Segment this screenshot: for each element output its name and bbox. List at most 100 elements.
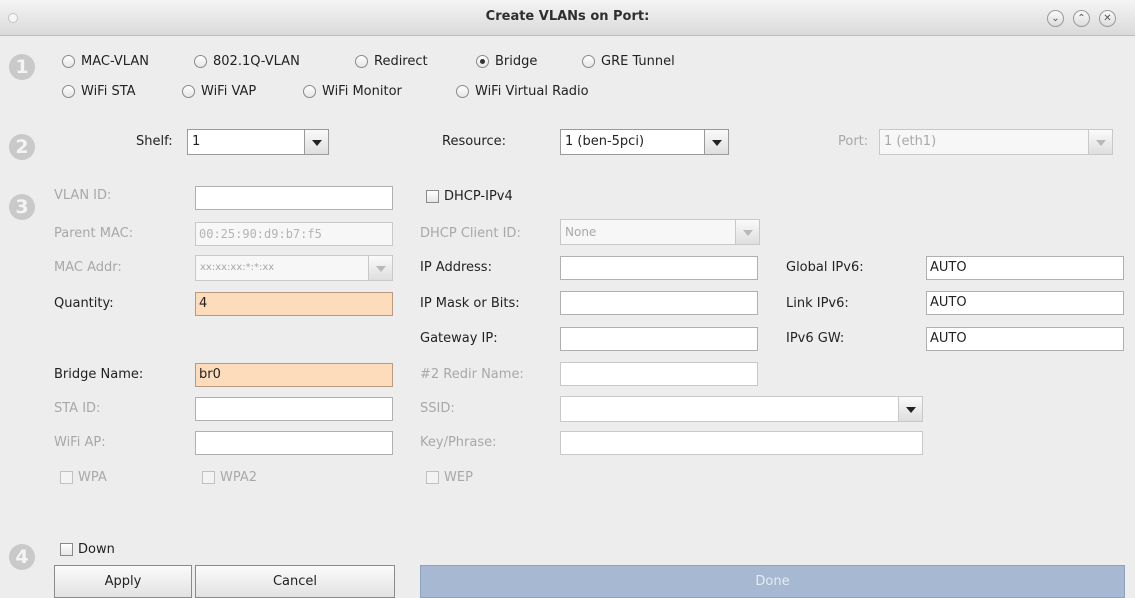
title-bar: Create VLANs on Port: ⌄ ⌃ ✕ — [0, 0, 1135, 36]
radio-button-icon — [456, 84, 469, 98]
down-checkbox[interactable]: Down — [60, 540, 115, 558]
wpa-checkbox: WPA — [60, 468, 107, 486]
bridge-name-label: Bridge Name: — [54, 367, 144, 382]
cancel-button[interactable]: Cancel — [195, 565, 395, 598]
redir-name-input — [560, 362, 758, 386]
radio-wifi-vap[interactable]: WiFi VAP — [182, 82, 256, 100]
vlan-id-label: VLAN ID: — [54, 188, 112, 203]
quantity-input[interactable]: 4 — [195, 292, 393, 316]
apply-button[interactable]: Apply — [54, 565, 192, 598]
global-ipv6-input[interactable]: AUTO — [926, 256, 1124, 280]
radio-mac-vlan[interactable]: MAC-VLAN — [62, 52, 149, 70]
sta-id-input[interactable] — [195, 397, 393, 421]
port-label: Port: — [838, 134, 869, 149]
radio-8021q-vlan[interactable]: 802.1Q-VLAN — [194, 52, 300, 70]
mac-addr-select: xx:xx:xx:*:*:xx — [195, 255, 393, 281]
radio-label: Redirect — [374, 53, 428, 69]
resource-label: Resource: — [442, 134, 506, 149]
radio-label: WiFi STA — [81, 83, 136, 99]
radio-button-icon — [303, 84, 316, 98]
mac-addr-label: MAC Addr: — [54, 260, 122, 275]
resource-select[interactable]: 1 (ben-5pci) — [560, 129, 729, 155]
checkbox-icon — [60, 542, 73, 556]
radio-button-icon — [62, 84, 75, 98]
radio-redirect[interactable]: Redirect — [355, 52, 428, 70]
radio-gre-tunnel[interactable]: GRE Tunnel — [582, 52, 675, 70]
ip-address-input[interactable] — [560, 256, 758, 280]
chevron-down-icon[interactable] — [704, 130, 728, 154]
wep-checkbox: WEP — [426, 468, 473, 486]
port-value: 1 (eth1) — [884, 134, 937, 149]
step-3-badge: 3 — [9, 194, 35, 220]
radio-label: 802.1Q-VLAN — [213, 53, 300, 69]
parent-mac-label: Parent MAC: — [54, 226, 134, 241]
radio-label: WiFi VAP — [201, 83, 257, 99]
radio-button-icon — [194, 54, 207, 68]
ip-mask-input[interactable] — [560, 291, 758, 315]
radio-selected-icon — [476, 54, 489, 68]
radio-label: WiFi Virtual Radio — [475, 83, 589, 99]
chevron-down-icon — [1088, 130, 1112, 154]
ssid-label: SSID: — [420, 401, 455, 416]
key-phrase-label: Key/Phrase: — [420, 435, 497, 450]
dhcp-client-id-label: DHCP Client ID: — [420, 226, 521, 241]
radio-wifi-sta[interactable]: WiFi STA — [62, 82, 136, 100]
wpa-label: WPA — [78, 469, 107, 485]
ipv6-gw-label: IPv6 GW: — [786, 331, 845, 346]
dhcp-client-id-value: None — [565, 225, 597, 239]
global-ipv6-label: Global IPv6: — [786, 260, 864, 275]
wep-label: WEP — [444, 469, 473, 485]
checkbox-icon — [426, 470, 439, 484]
chevron-down-icon[interactable] — [304, 130, 328, 154]
dhcp-client-id-select: None — [560, 219, 760, 245]
parent-mac-input: 00:25:90:d9:b7:f5 — [195, 222, 393, 246]
vlan-id-input[interactable] — [195, 186, 393, 210]
mac-addr-value: xx:xx:xx:*:*:xx — [200, 262, 275, 273]
link-ipv6-label: Link IPv6: — [786, 296, 849, 311]
wpa2-checkbox: WPA2 — [202, 468, 257, 486]
chevron-down-icon[interactable] — [898, 397, 922, 421]
radio-label: WiFi Monitor — [322, 83, 402, 99]
key-phrase-input[interactable] — [560, 431, 923, 455]
gateway-ip-input[interactable] — [560, 327, 758, 351]
checkbox-icon — [60, 470, 73, 484]
ip-address-label: IP Address: — [420, 260, 492, 275]
shelf-value: 1 — [192, 134, 201, 149]
ssid-select[interactable] — [560, 396, 923, 422]
done-button[interactable]: Done — [420, 565, 1125, 598]
quantity-label: Quantity: — [54, 296, 114, 311]
minimize-icon[interactable]: ⌄ — [1047, 10, 1064, 27]
radio-button-icon — [582, 54, 595, 68]
step-1-badge: 1 — [9, 54, 35, 80]
shelf-label: Shelf: — [136, 134, 173, 149]
radio-bridge[interactable]: Bridge — [476, 52, 537, 70]
step-2-badge: 2 — [9, 134, 35, 160]
down-label: Down — [78, 541, 115, 557]
step-4-badge: 4 — [9, 544, 35, 570]
dhcp-ipv4-checkbox[interactable]: DHCP-IPv4 — [426, 187, 513, 205]
gateway-ip-label: Gateway IP: — [420, 331, 498, 346]
checkbox-icon — [426, 189, 439, 203]
link-ipv6-input[interactable]: AUTO — [926, 291, 1124, 315]
radio-button-icon — [62, 54, 75, 68]
ipv6-gw-input[interactable]: AUTO — [926, 327, 1124, 351]
checkbox-icon — [202, 470, 215, 484]
radio-button-icon — [182, 84, 195, 98]
wifi-ap-label: WiFi AP: — [54, 435, 106, 450]
chevron-down-icon — [368, 256, 392, 280]
radio-label: GRE Tunnel — [601, 53, 675, 69]
redir-name-label: #2 Redir Name: — [420, 367, 524, 382]
wifi-ap-input[interactable] — [195, 431, 393, 455]
close-icon[interactable]: ✕ — [1099, 10, 1116, 27]
maximize-icon[interactable]: ⌃ — [1073, 10, 1090, 27]
radio-label: MAC-VLAN — [81, 53, 149, 69]
radio-wifi-monitor[interactable]: WiFi Monitor — [303, 82, 402, 100]
chevron-down-icon — [735, 220, 759, 244]
radio-wifi-virtual-radio[interactable]: WiFi Virtual Radio — [456, 82, 589, 100]
wpa2-label: WPA2 — [220, 469, 258, 485]
shelf-select[interactable]: 1 — [187, 129, 329, 155]
radio-button-icon — [355, 54, 368, 68]
resource-value: 1 (ben-5pci) — [565, 134, 645, 149]
port-select: 1 (eth1) — [879, 129, 1113, 155]
bridge-name-input[interactable]: br0 — [195, 363, 393, 387]
